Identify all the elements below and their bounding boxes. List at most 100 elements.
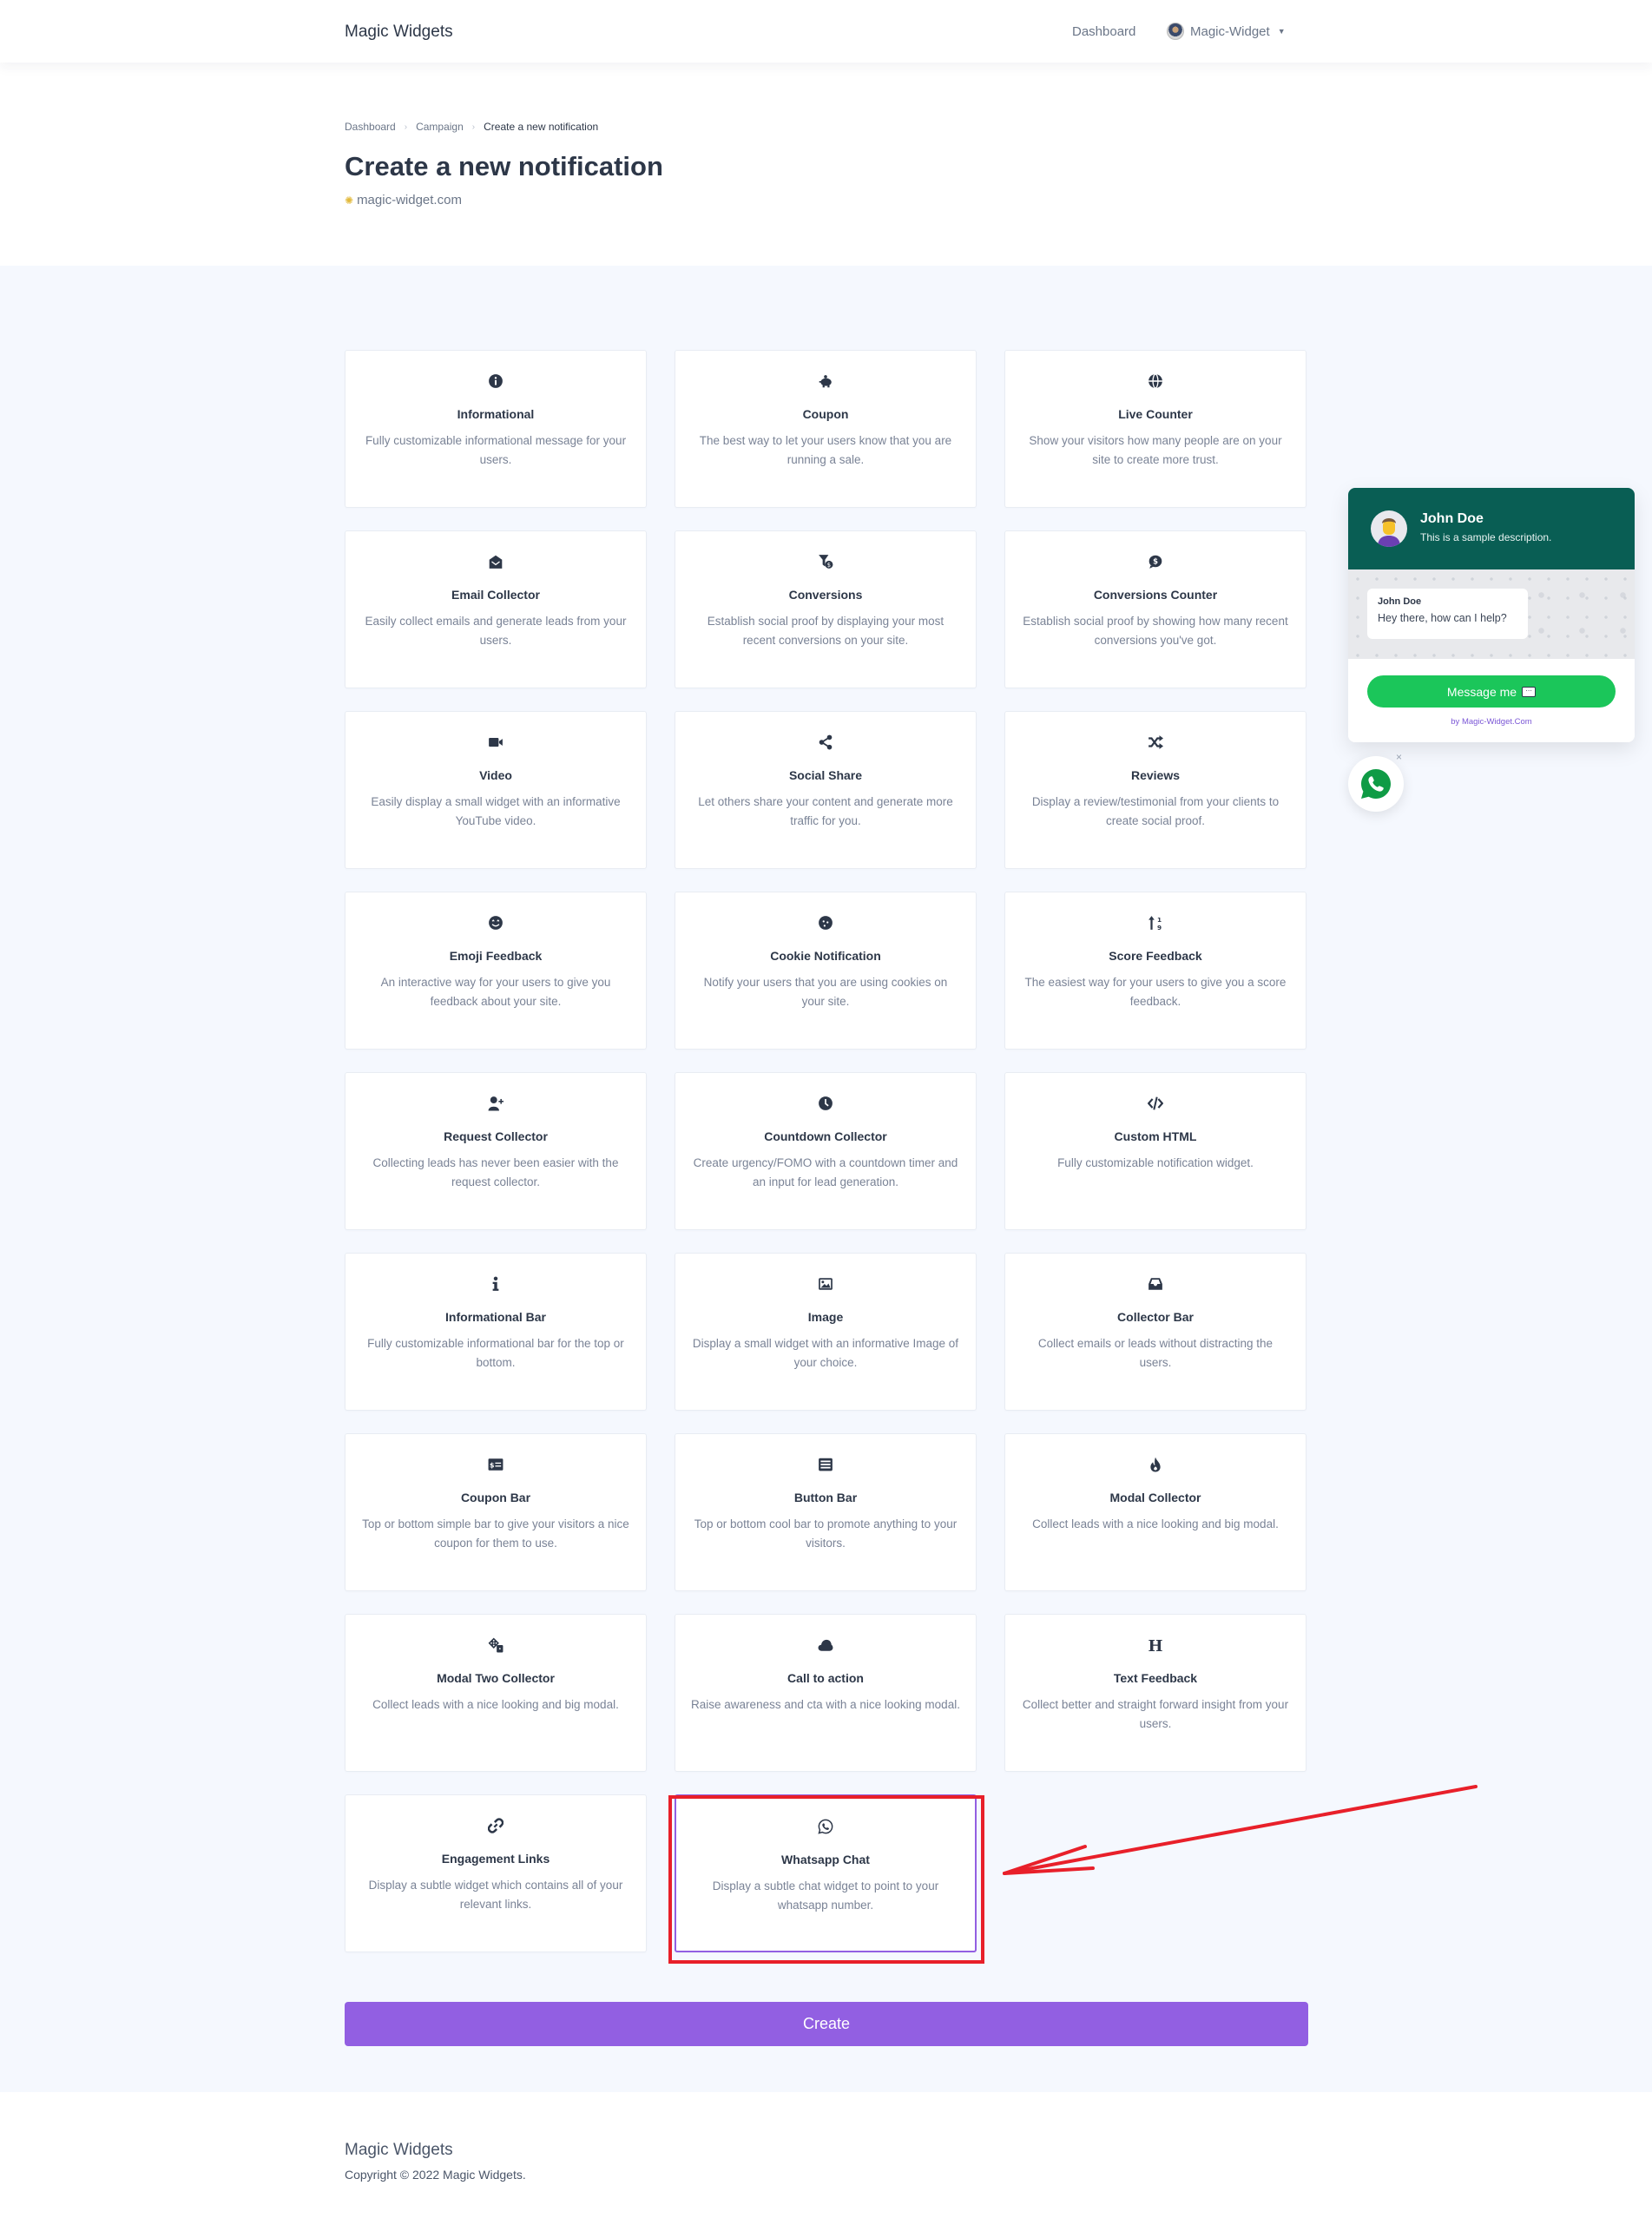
cookie-icon [816,913,835,932]
clock-icon [816,1094,835,1113]
card-title: Button Bar [793,1491,858,1504]
card-title: Video [479,768,512,782]
notification-type-card-reviews[interactable]: Reviews Display a review/testimonial from… [1004,711,1306,869]
card-description: Display a small widget with an informati… [692,1337,959,1369]
whatsapp-chat-preview: John Doe This is a sample description. J… [1348,488,1635,742]
card-description: Create urgency/FOMO with a countdown tim… [693,1156,958,1188]
share-icon [816,733,835,752]
chevron-right-icon: › [471,122,476,132]
card-title: Whatsapp Chat [781,1853,870,1866]
agent-name: John Doe [1420,511,1484,526]
notification-type-card-emoji-feedback[interactable]: Emoji Feedback An interactive way for you… [345,892,647,1050]
fire-icon [1146,1455,1165,1474]
user-menu-dropdown[interactable]: Magic-Widget ▼ [1167,23,1286,40]
card-title: Conversions Counter [1093,588,1218,602]
notification-type-card-countdown-collector[interactable]: Countdown Collector Create urgency/FOMO w… [675,1072,977,1230]
image-icon [816,1274,835,1293]
card-description: Raise awareness and cta with a nice look… [691,1698,960,1711]
card-description: Establish social proof by showing how ma… [1023,615,1288,647]
card-description: Easily collect emails and generate leads… [365,615,627,647]
card-title: Reviews [1130,768,1181,782]
chat-bubble: John Doe Hey there, how can I help? [1367,589,1528,639]
notification-type-card-modal-collector[interactable]: Modal Collector Collect leads with a nice… [1004,1433,1306,1591]
link-icon [486,1816,505,1835]
brand-logo[interactable]: Magic Widgets [345,23,453,42]
inbox-icon [1146,1274,1165,1293]
notification-type-card-modal-two-collector[interactable]: Modal Two Collector Collect leads with a … [345,1614,647,1772]
card-description: Let others share your content and genera… [698,795,953,827]
card-title: Email Collector [451,588,540,602]
svg-text:$: $ [827,562,831,569]
card-title: Request Collector [444,1129,548,1143]
top-navbar: Magic Widgets Dashboard Magic-Widget ▼ [0,0,1652,63]
notification-type-card-whatsapp-chat[interactable]: Whatsapp Chat Display a subtle chat widge… [675,1794,977,1952]
card-description: Top or bottom simple bar to give your vi… [362,1517,629,1550]
notification-type-card-engagement-links[interactable]: Engagement Links Display a subtle widget … [345,1794,647,1952]
card-title: Collector Bar [1117,1310,1194,1324]
card-title: Informational Bar [445,1310,546,1324]
footer-brand: Magic Widgets [345,2141,453,2159]
notification-type-card-custom-html[interactable]: Custom HTML Fully customizable notificati… [1004,1072,1306,1230]
card-title: Informational [457,407,535,421]
envelope-open-icon [486,552,505,571]
funnel-dollar-icon: $ [816,552,835,571]
notification-type-card-button-bar[interactable]: Button Bar Top or bottom cool bar to prom… [675,1433,977,1591]
branding-link[interactable]: by Magic-Widget.Com [1348,717,1635,727]
breadcrumb: Dashboard › Campaign › Create a new noti… [345,121,598,133]
notification-type-card-coupon-bar[interactable]: $ Coupon Bar Top or bottom simple bar to g… [345,1433,647,1591]
whatsapp-launcher-button[interactable] [1348,756,1404,812]
card-title: Live Counter [1118,407,1193,421]
piggy-bank-icon [816,372,835,391]
list-alt-icon [816,1455,835,1474]
svg-text:9: 9 [1157,924,1162,931]
notification-type-card-video[interactable]: Video Easily display a small widget with … [345,711,647,869]
card-description: Establish social proof by displaying you… [707,615,944,647]
notification-type-card-collector-bar[interactable]: Collector Bar Collect emails or leads wit… [1004,1253,1306,1411]
card-title: Emoji Feedback [449,949,543,963]
nav-dashboard-link[interactable]: Dashboard [1072,24,1135,39]
notification-type-card-conversions-counter[interactable]: $ Conversions Counter Establish social pro… [1004,530,1306,688]
money-check-icon: $ [486,1455,505,1474]
page-header [0,63,1652,266]
card-description: Fully customizable notification widget. [1057,1156,1254,1169]
card-title: Modal Collector [1109,1491,1201,1504]
notification-type-card-social-share[interactable]: Social Share Let others share your conten… [675,711,977,869]
card-description: Notify your users that you are using coo… [703,976,948,1008]
cloud-icon [816,1636,835,1655]
notification-type-card-text-feedback[interactable]: H Text Feedback Collect better and straigh… [1004,1614,1306,1772]
notification-type-card-image[interactable]: Image Display a small widget with an info… [675,1253,977,1411]
chat-area: John Doe Hey there, how can I help? [1348,569,1635,659]
agent-description: This is a sample description. [1420,531,1552,543]
notification-type-card-email-collector[interactable]: Email Collector Easily collect emails and… [345,530,647,688]
card-title: Conversions [788,588,863,602]
close-icon[interactable]: × [1396,751,1402,763]
whatsapp-icon [1361,769,1391,799]
notification-type-card-informational-bar[interactable]: Informational Bar Fully customizable info… [345,1253,647,1411]
notification-type-card-score-feedback[interactable]: 1 9 Score Feedback The easiest way for your… [1004,892,1306,1050]
card-title: Score Feedback [1109,949,1202,963]
notification-type-card-live-counter[interactable]: Live Counter Show your visitors how many … [1004,350,1306,508]
card-description: An interactive way for your users to giv… [380,976,611,1008]
user-name: Magic-Widget [1190,23,1270,39]
chat-bubble-sender: John Doe [1378,596,1422,607]
notification-type-card-cookie-notification[interactable]: Cookie Notification Notify your users tha… [675,892,977,1050]
card-description: The best way to let your users know that… [699,434,952,466]
code-icon [1146,1094,1165,1113]
sort-numeric-icon: 19 [1146,913,1165,932]
notification-type-card-call-to-action[interactable]: Call to action Raise awareness and cta wi… [675,1614,977,1772]
card-description: Collect leads with a nice looking and bi… [1032,1517,1279,1530]
whatsapp-icon [816,1817,835,1836]
notification-type-card-informational[interactable]: Informational Fully customizable informat… [345,350,647,508]
info-icon [486,1274,505,1293]
notification-type-card-conversions[interactable]: $ Conversions Establish social proof by di… [675,530,977,688]
message-me-button[interactable]: Message me ··· [1367,675,1616,708]
site-domain-text: magic-widget.com [357,193,462,207]
breadcrumb-dashboard[interactable]: Dashboard [345,121,396,133]
create-button[interactable]: Create [345,2002,1308,2046]
page-title: Create a new notification [345,151,663,181]
notification-type-card-coupon[interactable]: Coupon The best way to let your users kno… [675,350,977,508]
breadcrumb-current: Create a new notification [484,121,599,133]
notification-type-card-request-collector[interactable]: Request Collector Collecting leads has ne… [345,1072,647,1230]
breadcrumb-campaign[interactable]: Campaign [416,121,464,133]
svg-text:H: H [1148,1637,1162,1653]
